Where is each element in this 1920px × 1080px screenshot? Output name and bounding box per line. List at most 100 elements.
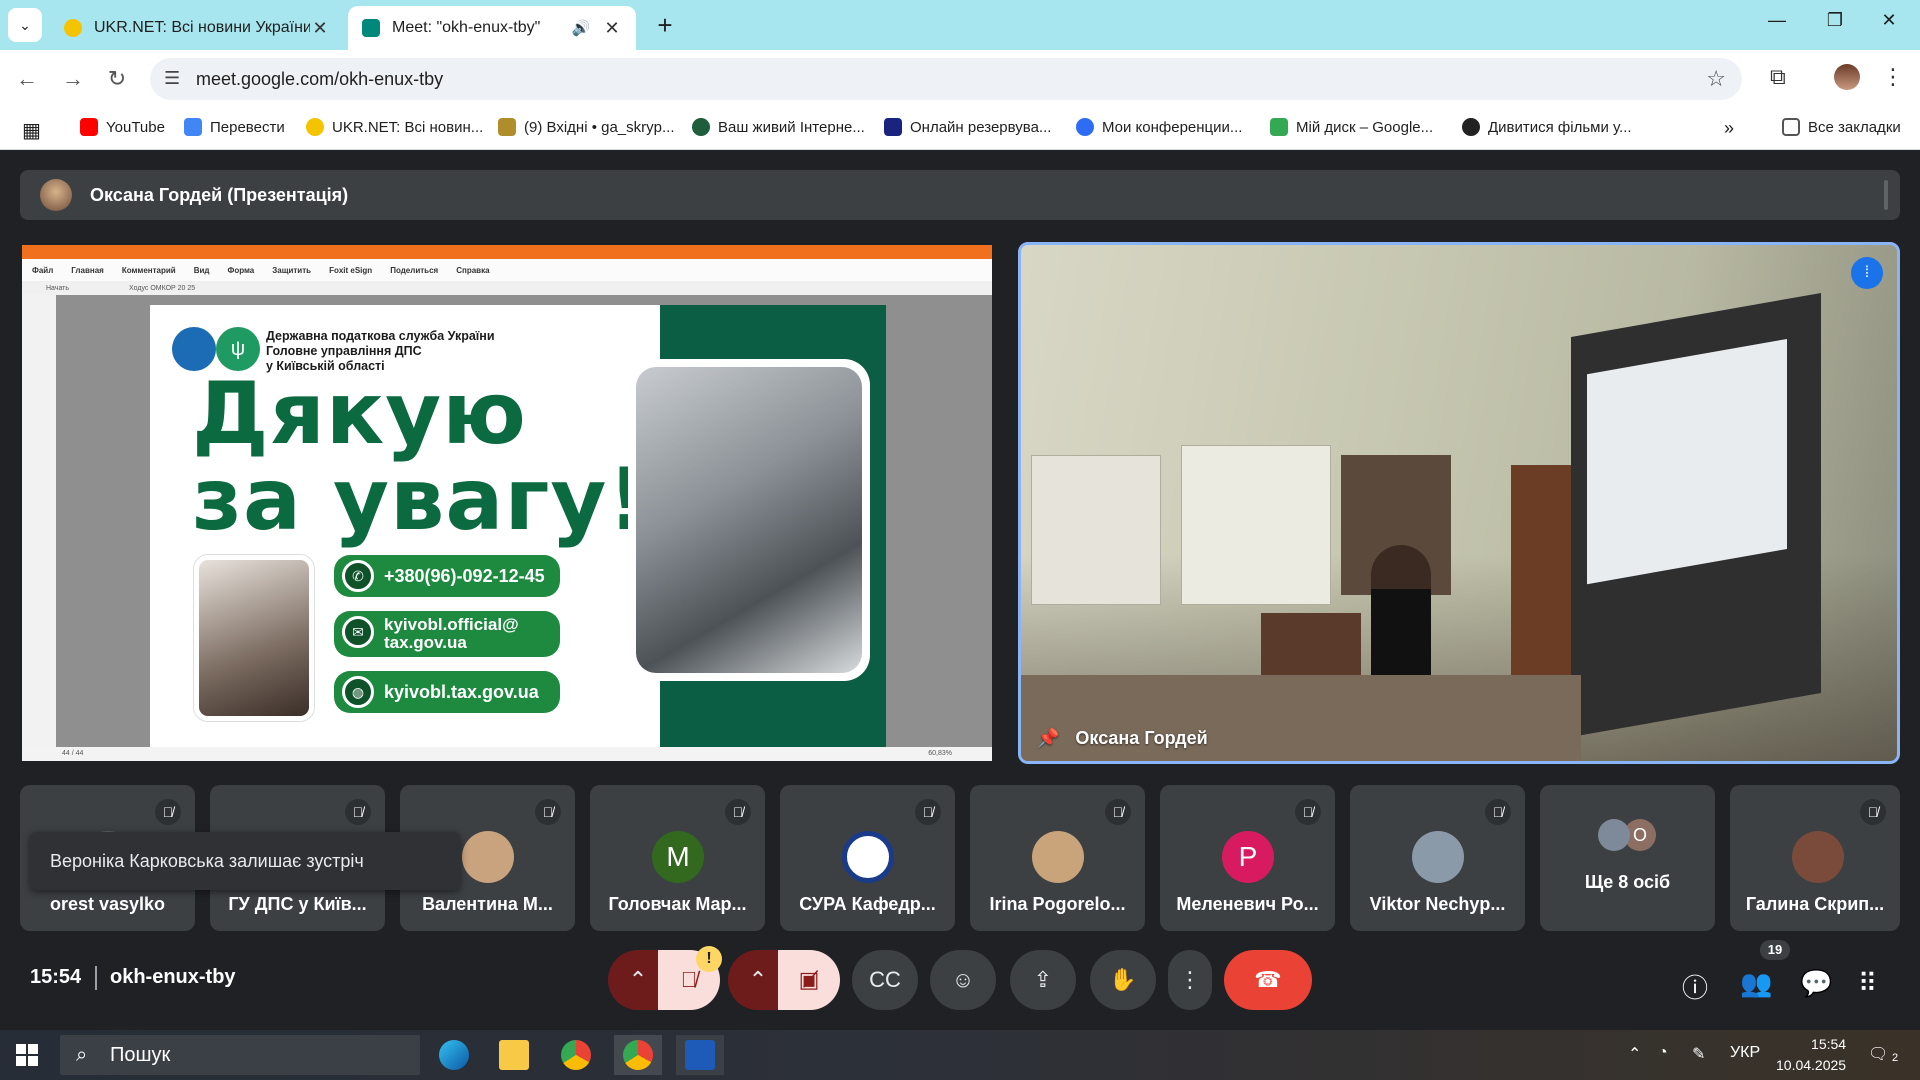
chrome-profile-icon[interactable]: [614, 1035, 662, 1075]
participant-tile[interactable]: 🎙̸ СУРА Кафедр...: [780, 785, 955, 931]
pdf-tabs: Начать Ходус ОМКОР 20 25: [22, 281, 992, 295]
reactions-button[interactable]: ☺: [930, 950, 996, 1010]
mic-off-icon: 🎙̸: [1860, 799, 1886, 825]
meeting-info-icon[interactable]: ⓘ: [1682, 968, 1708, 1005]
restore-button[interactable]: ❐: [1812, 10, 1858, 40]
participant-tile[interactable]: 🎙̸ M Головчак Мар...: [590, 785, 765, 931]
windows-start-icon[interactable]: [16, 1044, 38, 1066]
activities-grid-icon[interactable]: ⠿: [1858, 968, 1877, 999]
uz-icon: [884, 118, 902, 136]
chat-icon[interactable]: 💬: [1800, 968, 1832, 999]
tab-search-button[interactable]: ⌄: [8, 8, 42, 42]
bookmark-mail[interactable]: (9) Вхідні • ga_skryp...: [498, 118, 675, 136]
camera-off-icon: ▣̸: [798, 967, 820, 992]
pdf-menu-bar: Файл Главная Комментарий Вид Форма Защит…: [22, 259, 992, 281]
captions-button[interactable]: CC: [852, 950, 918, 1010]
people-count-badge: 19: [1760, 940, 1790, 960]
participant-tile[interactable]: 🎙̸ Галина Скрип...: [1730, 785, 1900, 931]
edge-icon[interactable]: [430, 1035, 478, 1075]
speaker-icon[interactable]: 🔊: [570, 19, 592, 37]
emoji-icon: ☺: [951, 967, 975, 992]
close-icon[interactable]: ✕: [310, 18, 330, 39]
system-clock[interactable]: 15:54 10.04.2025: [1776, 1034, 1846, 1076]
avatar: M: [652, 831, 704, 883]
raise-hand-button[interactable]: ✋: [1090, 950, 1156, 1010]
more-menu-icon[interactable]: ⋮: [1882, 64, 1904, 90]
new-tab-button[interactable]: +: [650, 10, 680, 40]
language-indicator[interactable]: УКР: [1730, 1044, 1760, 1062]
bookmark-star-icon[interactable]: ☆: [1706, 66, 1726, 92]
hang-up-icon: ☎: [1254, 967, 1282, 992]
mic-off-icon: 🎙̸: [1105, 799, 1131, 825]
slide-thanks-heading: Дякую за увагу!: [192, 364, 648, 550]
bookmarks-overflow-icon[interactable]: »: [1724, 118, 1734, 139]
close-window-button[interactable]: ✕: [1866, 10, 1912, 40]
speaking-indicator-icon: ⁞: [1851, 257, 1883, 289]
wifi-icon[interactable]: ◔: [1658, 1044, 1668, 1062]
more-options-button[interactable]: ⋮: [1168, 950, 1212, 1010]
participant-tile[interactable]: 🎙̸ Viktor Nechyp...: [1350, 785, 1525, 931]
forward-button[interactable]: →: [56, 62, 90, 96]
avatar: [462, 831, 514, 883]
google-drive-icon: [1270, 118, 1288, 136]
participant-tile[interactable]: 🎙̸ P Меленевич Ро...: [1160, 785, 1335, 931]
ukrnet-favicon-icon: [64, 19, 82, 37]
bookmark-youtube[interactable]: YouTube: [80, 118, 165, 136]
bookmark-booking[interactable]: Онлайн резервува...: [884, 118, 1051, 136]
bookmark-zoom[interactable]: Мои конференции...: [1076, 118, 1242, 136]
globe-icon: ◍: [342, 676, 374, 708]
profile-avatar[interactable]: [1834, 64, 1860, 90]
bookmark-movies[interactable]: Дивитися фільми у...: [1462, 118, 1632, 136]
bookmark-google-drive[interactable]: Мій диск – Google...: [1270, 118, 1433, 136]
apps-grid-icon[interactable]: ▦: [22, 118, 41, 143]
slide-photo-woman: [194, 555, 314, 721]
pin-icon[interactable]: 📌: [1037, 728, 1059, 749]
camera-toggle-button[interactable]: ▣̸: [778, 950, 840, 1010]
pen-icon[interactable]: ✎: [1692, 1044, 1705, 1064]
speaker-video[interactable]: ⁞ 📌 Оксана Гордей: [1018, 242, 1900, 764]
minimize-button[interactable]: —: [1754, 10, 1800, 40]
address-bar[interactable]: ☰ meet.google.com/okh-enux-tby ☆: [150, 58, 1742, 100]
participant-tile[interactable]: 🎙̸ Irina Pogorelo...: [970, 785, 1145, 931]
file-explorer-icon[interactable]: [490, 1035, 538, 1075]
bookmark-internet[interactable]: Ваш живий Інтерне...: [692, 118, 865, 136]
taskbar-search[interactable]: ⌕ Пошук: [60, 1035, 420, 1075]
site-info-icon[interactable]: ☰: [164, 68, 180, 89]
mic-off-icon: 🎙̸: [345, 799, 371, 825]
zoom-icon: [1076, 118, 1094, 136]
tab-meet[interactable]: Meet: "okh-enux-tby" 🔊 ✕: [348, 6, 636, 50]
hand-icon: ✋: [1109, 967, 1137, 992]
chrome-icon[interactable]: [552, 1035, 600, 1075]
divider: [95, 966, 97, 990]
notification-count: 2: [1892, 1052, 1899, 1064]
word-icon[interactable]: [676, 1035, 724, 1075]
mic-off-icon: 🎙̸: [915, 799, 941, 825]
leave-call-button[interactable]: ☎: [1224, 950, 1312, 1010]
bookmark-translate[interactable]: Перевести: [184, 118, 285, 136]
folder-icon: [1782, 118, 1800, 136]
reload-button[interactable]: ↻: [100, 62, 134, 96]
bookmark-ukrnet[interactable]: UKR.NET: Всі новин...: [306, 118, 483, 136]
slide-website: ◍ kyivobl.tax.gov.ua: [334, 671, 560, 713]
desk: [1021, 675, 1581, 761]
shared-screen[interactable]: Файл Главная Комментарий Вид Форма Защит…: [22, 245, 992, 761]
present-button[interactable]: ⇪: [1010, 950, 1076, 1010]
people-icon[interactable]: 👥: [1740, 968, 1772, 999]
search-icon: ⌕: [76, 1044, 88, 1066]
wall-poster: [1181, 445, 1331, 605]
tab-ukrnet[interactable]: UKR.NET: Всі новини України, с ✕: [50, 6, 344, 50]
extensions-icon[interactable]: ⧉: [1770, 64, 1786, 90]
mic-warning-badge: !: [696, 946, 722, 972]
mic-off-icon: 🎙̸: [1485, 799, 1511, 825]
all-bookmarks[interactable]: Все закладки: [1782, 118, 1901, 136]
notifications-icon[interactable]: 🗨: [1868, 1044, 1888, 1064]
mic-off-icon: 🎙̸: [1295, 799, 1321, 825]
presenter-bar: Оксана Гордей (Презентація): [20, 170, 1900, 220]
back-button[interactable]: ←: [10, 62, 44, 96]
avatar: [1598, 819, 1630, 851]
chevron-down-icon: ⌄: [19, 16, 31, 33]
close-icon[interactable]: ✕: [602, 18, 622, 39]
chevron-up-icon[interactable]: ⌃: [1628, 1044, 1641, 1064]
more-participants-tile[interactable]: O Ще 8 осіб: [1540, 785, 1715, 931]
scrollbar[interactable]: [1884, 180, 1888, 210]
